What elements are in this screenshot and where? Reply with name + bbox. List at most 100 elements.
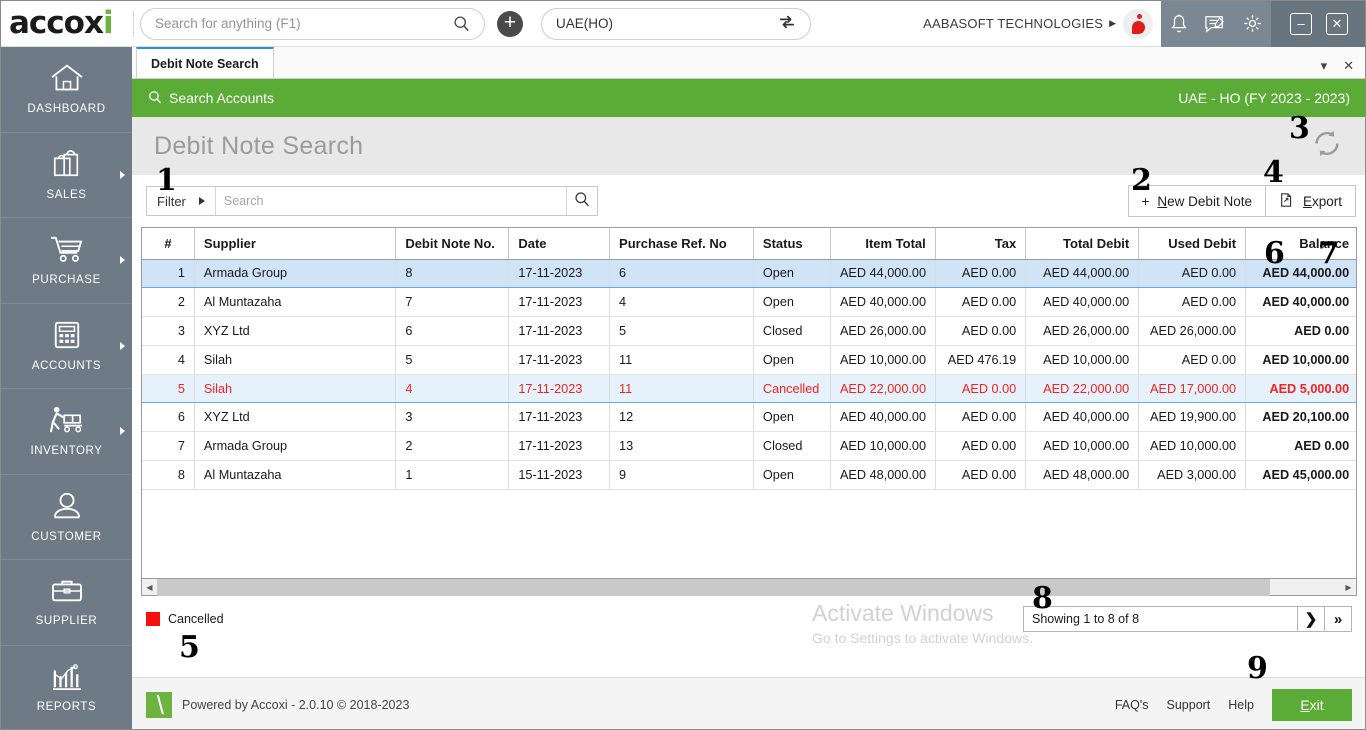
calculator-icon — [52, 320, 82, 355]
search-icon[interactable] — [453, 15, 470, 32]
cell-item-total: AED 26,000.00 — [830, 317, 935, 346]
close-button[interactable]: ✕ — [1326, 13, 1348, 35]
cell-debit-note-no: 8 — [396, 259, 509, 288]
table-row[interactable]: 1Armada Group817-11-20236OpenAED 44,000.… — [142, 259, 1357, 288]
cell-status: Closed — [753, 432, 830, 461]
cell-used-debit: AED 3,000.00 — [1139, 461, 1246, 490]
scroll-left-arrow[interactable]: ◀ — [142, 583, 157, 592]
bell-icon[interactable] — [1169, 13, 1189, 35]
cell-status: Open — [753, 403, 830, 432]
search-accounts-button[interactable]: Search Accounts — [148, 90, 274, 107]
minimize-button[interactable]: – — [1290, 13, 1312, 35]
message-icon[interactable] — [1204, 14, 1226, 34]
cell-index: 7 — [142, 432, 194, 461]
export-button[interactable]: Export — [1265, 185, 1356, 217]
sidebar-item-purchase[interactable]: PURCHASE — [1, 218, 132, 304]
sidebar-item-accounts[interactable]: ACCOUNTS — [1, 304, 132, 390]
table-row[interactable]: 5Silah417-11-202311CancelledAED 22,000.0… — [142, 374, 1357, 403]
help-link[interactable]: Help — [1228, 698, 1254, 712]
export-icon — [1279, 192, 1295, 211]
table-row[interactable]: 4Silah517-11-202311OpenAED 10,000.00AED … — [142, 345, 1357, 374]
cell-used-debit: AED 26,000.00 — [1139, 317, 1246, 346]
table-row[interactable]: 8Al Muntazaha115-11-20239OpenAED 48,000.… — [142, 461, 1357, 490]
chevron-down-icon[interactable]: ▾ — [1321, 58, 1328, 74]
exit-button[interactable]: Exit — [1272, 689, 1352, 721]
chevron-right-icon — [120, 171, 125, 179]
sidebar-item-sales[interactable]: SALES — [1, 133, 132, 219]
last-page-button[interactable]: » — [1324, 606, 1352, 632]
cell-item-total: AED 40,000.00 — [830, 288, 935, 317]
organisation-menu[interactable]: AABASOFT TECHNOLOGIES ▶ — [923, 9, 1161, 39]
support-link[interactable]: Support — [1167, 698, 1211, 712]
table-row[interactable]: 6XYZ Ltd317-11-202312OpenAED 40,000.00AE… — [142, 403, 1357, 432]
top-bar: accoxi + UAE(HO) AABASOFT TECHNOLOGIES ▶ — [1, 1, 1366, 47]
faqs-link[interactable]: FAQ's — [1115, 698, 1149, 712]
cell-debit-note-no: 5 — [396, 345, 509, 374]
new-debit-note-button[interactable]: + New Debit Note — [1128, 185, 1266, 217]
search-submit-button[interactable] — [566, 187, 597, 215]
col-used-debit: Used Debit — [1139, 228, 1246, 259]
action-buttons: + New Debit Note Export — [1129, 185, 1356, 217]
gear-icon[interactable] — [1242, 13, 1263, 34]
cell-debit-note-no: 2 — [396, 432, 509, 461]
swap-branch-icon[interactable] — [778, 14, 796, 33]
person-icon — [51, 491, 83, 526]
sidebar-item-reports[interactable]: REPORTS — [1, 646, 132, 730]
table-body: 1Armada Group817-11-20236OpenAED 44,000.… — [142, 259, 1357, 489]
cell-item-total: AED 48,000.00 — [830, 461, 935, 490]
cell-tax: AED 0.00 — [935, 374, 1025, 403]
horizontal-scrollbar[interactable]: ◀ ▶ — [141, 579, 1357, 596]
search-icon — [574, 191, 590, 212]
add-new-button[interactable]: + — [497, 11, 523, 37]
cell-used-debit: AED 17,000.00 — [1139, 374, 1246, 403]
cell-status: Closed — [753, 317, 830, 346]
table-row[interactable]: 3XYZ Ltd617-11-20235ClosedAED 26,000.00A… — [142, 317, 1357, 346]
col-balance: Balance — [1246, 228, 1357, 259]
page-title-row: Debit Note Search — [132, 117, 1366, 175]
cell-status: Cancelled — [753, 374, 830, 403]
col-date: Date — [509, 228, 610, 259]
cell-tax: AED 0.00 — [935, 259, 1025, 288]
avatar[interactable] — [1123, 9, 1153, 39]
tab-debit-note-search[interactable]: Debit Note Search — [136, 47, 274, 78]
cell-debit-note-no: 3 — [396, 403, 509, 432]
global-search-box[interactable] — [140, 8, 485, 40]
search-icon — [148, 90, 162, 107]
close-icon[interactable]: ✕ — [1343, 58, 1354, 74]
scrollbar-thumb[interactable] — [157, 579, 1270, 596]
logo-text-i: i — [103, 5, 113, 41]
cell-total-debit: AED 40,000.00 — [1026, 288, 1139, 317]
cell-date: 17-11-2023 — [509, 317, 610, 346]
activate-windows-watermark: Activate Windows Go to Settings to activ… — [812, 600, 1033, 646]
cell-debit-note-no: 1 — [396, 461, 509, 490]
cell-index: 5 — [142, 374, 194, 403]
branch-selector[interactable]: UAE(HO) — [541, 8, 811, 40]
global-search-input[interactable] — [155, 16, 453, 31]
table-header: # Supplier Debit Note No. Date Purchase … — [142, 228, 1357, 259]
sidebar-item-customer[interactable]: CUSTOMER — [1, 475, 132, 561]
tab-controls: ▾ ✕ — [1321, 58, 1366, 78]
content-area: Debit Note Search ▾ ✕ Search Accounts UA… — [132, 47, 1366, 730]
refresh-icon[interactable] — [1310, 127, 1344, 166]
scroll-right-arrow[interactable]: ▶ — [1341, 583, 1356, 592]
sidebar-item-label: INVENTORY — [30, 445, 102, 457]
cell-status: Open — [753, 345, 830, 374]
filter-button[interactable]: Filter — [147, 187, 216, 215]
table-row[interactable]: 2Al Muntazaha717-11-20234OpenAED 40,000.… — [142, 288, 1357, 317]
scrollbar-track[interactable] — [157, 579, 1341, 596]
cell-item-total: AED 22,000.00 — [830, 374, 935, 403]
tab-label: Debit Note Search — [151, 57, 259, 71]
cell-tax: AED 0.00 — [935, 403, 1025, 432]
sidebar-item-inventory[interactable]: INVENTORY — [1, 389, 132, 475]
cell-total-debit: AED 26,000.00 — [1026, 317, 1139, 346]
sidebar-item-label: REPORTS — [37, 701, 97, 713]
shopping-cart-icon — [49, 234, 85, 269]
search-input[interactable] — [216, 187, 566, 215]
cell-supplier: Al Muntazaha — [194, 288, 395, 317]
sidebar-item-dashboard[interactable]: DASHBOARD — [1, 47, 132, 133]
sidebar-item-supplier[interactable]: SUPPLIER — [1, 560, 132, 646]
next-page-button[interactable]: ❯ — [1297, 606, 1325, 632]
cell-debit-note-no: 6 — [396, 317, 509, 346]
cell-purchase-ref-no: 9 — [610, 461, 754, 490]
table-row[interactable]: 7Armada Group217-11-202313ClosedAED 10,0… — [142, 432, 1357, 461]
